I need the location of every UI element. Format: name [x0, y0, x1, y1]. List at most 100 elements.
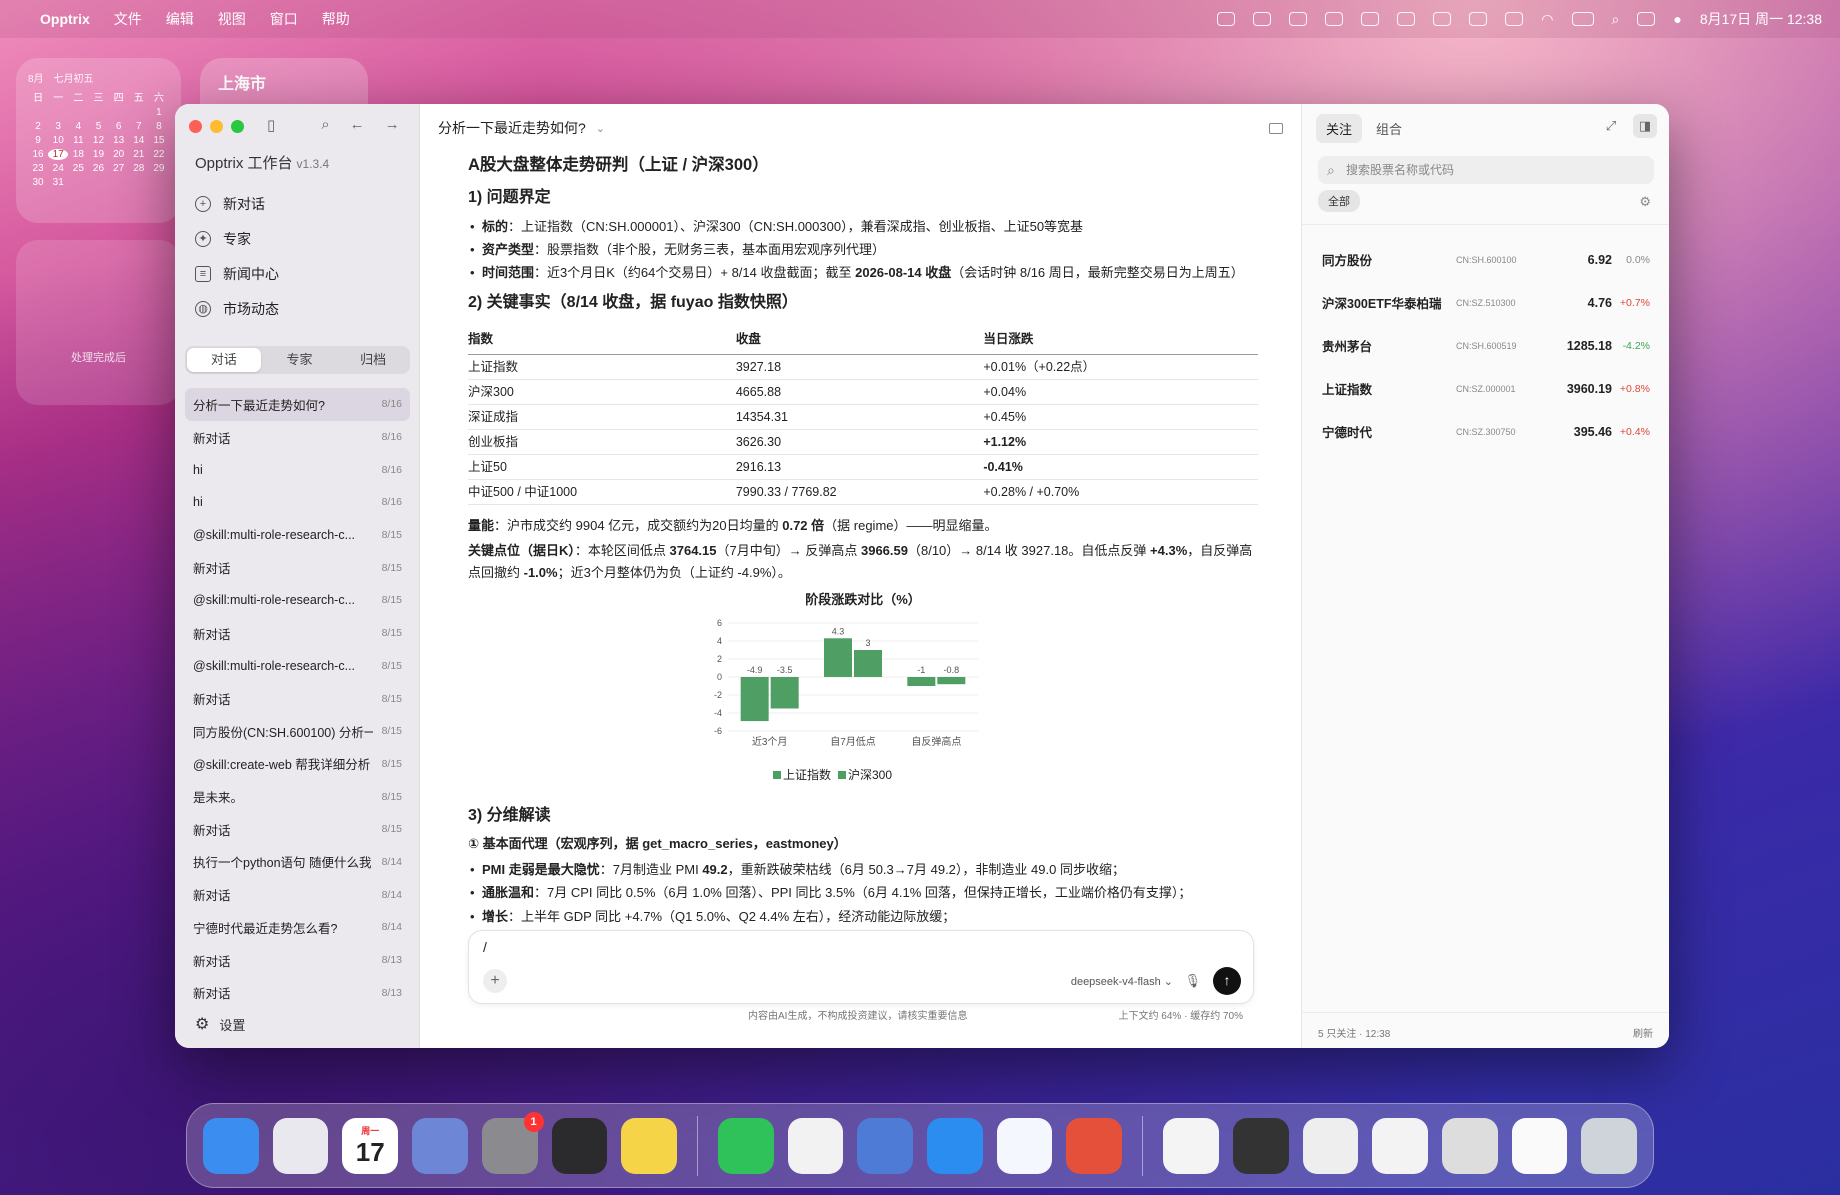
- control-center-icon[interactable]: [1637, 12, 1656, 26]
- menu-app-name[interactable]: Opptrix: [40, 11, 90, 27]
- conversation-item[interactable]: 分析一下最近走势如何? 8/16: [185, 388, 410, 421]
- send-button[interactable]: ↑: [1213, 967, 1241, 995]
- conversation-item[interactable]: 新对话 8/15: [185, 617, 410, 650]
- filter-all-chip[interactable]: 全部: [1318, 190, 1360, 212]
- status-stocks-icon[interactable]: [1217, 12, 1236, 26]
- conversation-item[interactable]: 同方股份(CN:SH.600100) 分析一 8/15: [185, 715, 410, 748]
- window-thumb-5-icon[interactable]: [1511, 1117, 1568, 1174]
- stock-row[interactable]: 贵州茅台 CN:SH.600519 1285.18 -4.2%: [1322, 324, 1650, 367]
- minimize-button[interactable]: [210, 120, 223, 133]
- attach-plus-icon[interactable]: +: [483, 969, 507, 993]
- window-thumb-1-icon[interactable]: [1232, 1117, 1289, 1174]
- menu-file[interactable]: 文件: [114, 9, 142, 29]
- opptrix-app-icon[interactable]: [857, 1117, 914, 1174]
- folder-icon[interactable]: [1269, 122, 1283, 134]
- status-share-icon[interactable]: [1289, 12, 1308, 26]
- chevron-down-icon[interactable]: ⌄: [596, 122, 605, 135]
- model-selector[interactable]: deepseek-v4-flash ⌄: [1071, 975, 1173, 988]
- calendar-icon[interactable]: 周一 17: [342, 1117, 399, 1174]
- calendar-widget[interactable]: 8月 七月初五 日一二三四五六 1 2 3 4 5 6 7 8 9 10 11 12 13 14 15 16 17 1…: [16, 58, 181, 223]
- sidebar-toggle-icon[interactable]: ▯: [267, 116, 275, 134]
- conversation-item[interactable]: 新对话 8/13: [185, 976, 410, 1009]
- close-button[interactable]: [189, 120, 202, 133]
- conversation-item[interactable]: hi 8/16: [185, 486, 410, 519]
- files-icon[interactable]: [412, 1117, 468, 1174]
- status-cat-icon[interactable]: [1469, 12, 1488, 26]
- window-thumb-4-icon[interactable]: [1441, 1117, 1498, 1174]
- zoom-button[interactable]: [231, 120, 244, 133]
- battery-icon[interactable]: [1571, 12, 1594, 26]
- conversation-item[interactable]: hi 8/16: [185, 453, 410, 486]
- conversation-item[interactable]: @skill:multi-role-research-c... 8/15: [185, 650, 410, 683]
- launchpad-icon[interactable]: [272, 1117, 329, 1174]
- forward-arrow-icon[interactable]: →: [385, 116, 400, 134]
- safari-icon[interactable]: [927, 1117, 983, 1174]
- settings-button[interactable]: ⚙ 设置: [195, 1014, 245, 1034]
- status-input-icon[interactable]: [1505, 12, 1524, 26]
- menu-edit[interactable]: 编辑: [166, 9, 194, 29]
- status-grid-icon[interactable]: [1397, 12, 1416, 26]
- menu-help[interactable]: 帮助: [322, 9, 350, 29]
- status-cloud-icon[interactable]: [1253, 12, 1272, 26]
- trash-icon[interactable]: [1581, 1117, 1638, 1174]
- menu-datetime[interactable]: 8月17日 周一 12:38: [1700, 9, 1822, 29]
- spotlight-icon[interactable]: ⌕: [1612, 11, 1620, 28]
- status-wechat-icon[interactable]: [1325, 12, 1344, 26]
- nav-news[interactable]: ≡ 新闻中心: [195, 256, 279, 291]
- menu-view[interactable]: 视图: [218, 9, 246, 29]
- window-thumb-2-icon[interactable]: [1302, 1117, 1359, 1174]
- chat-input[interactable]: /: [483, 939, 487, 955]
- microphone-icon[interactable]: 🎙: [1184, 973, 1201, 989]
- conversation-item[interactable]: 新对话 8/15: [185, 813, 410, 846]
- back-arrow-icon[interactable]: ←: [350, 116, 365, 134]
- search-icon[interactable]: ⌕: [321, 116, 329, 134]
- document-icon[interactable]: [1163, 1117, 1219, 1174]
- notes-icon[interactable]: [621, 1117, 677, 1174]
- conversation-item[interactable]: @skill:multi-role-research-c... 8/15: [185, 519, 410, 552]
- conversation-item[interactable]: 新对话 8/13: [185, 944, 410, 977]
- wifi-icon[interactable]: ◠: [1541, 11, 1553, 28]
- watchlist-settings-icon[interactable]: ⚙: [1639, 194, 1651, 210]
- expand-icon[interactable]: ⤢: [1599, 114, 1623, 138]
- conversation-item[interactable]: @skill:create-web 帮我详细分析 8/15: [185, 748, 410, 781]
- nav-market[interactable]: ◍ 市场动态: [195, 291, 279, 326]
- chrome-icon[interactable]: [787, 1117, 844, 1174]
- tab-watchlist[interactable]: 关注: [1316, 114, 1363, 143]
- window-thumb-3-icon[interactable]: [1372, 1117, 1428, 1174]
- conversation-item[interactable]: 执行一个python语句 随便什么我 8/14: [185, 846, 410, 879]
- conversation-item[interactable]: 新对话 8/15: [185, 551, 410, 584]
- stock-search-input[interactable]: 搜索股票名称或代码: [1318, 156, 1654, 184]
- stocks-app-icon[interactable]: [1066, 1117, 1123, 1174]
- conversation-item[interactable]: 新对话 8/14: [185, 878, 410, 911]
- siri-icon[interactable]: ●: [1673, 11, 1681, 27]
- menu-window[interactable]: 窗口: [270, 9, 298, 29]
- stock-row[interactable]: 上证指数 CN:SZ.000001 3960.19 +0.8%: [1322, 367, 1650, 410]
- cloud-icon[interactable]: [996, 1117, 1053, 1174]
- conversation-item[interactable]: 新对话 8/16: [185, 421, 410, 454]
- status-timer-icon[interactable]: [1361, 12, 1380, 26]
- tab-archive[interactable]: 归档: [336, 346, 410, 374]
- refresh-button[interactable]: 刷新: [1633, 1025, 1653, 1040]
- conversation-item[interactable]: 是未来。 8/15: [185, 780, 410, 813]
- stock-row[interactable]: 宁德时代 CN:SZ.300750 395.46 +0.4%: [1322, 410, 1650, 453]
- conversation-item[interactable]: 宁德时代最近走势怎么看? 8/14: [185, 911, 410, 944]
- chat-input-box[interactable]: / + deepseek-v4-flash ⌄ 🎙 ↑: [468, 930, 1254, 1004]
- wechat-icon[interactable]: [717, 1117, 774, 1174]
- tab-chats[interactable]: 对话: [187, 348, 261, 372]
- tab-experts[interactable]: 专家: [263, 346, 337, 374]
- chat-title[interactable]: 分析一下最近走势如何?: [438, 118, 586, 138]
- conversation-item[interactable]: @skill:multi-role-research-c... 8/15: [185, 584, 410, 617]
- status-widget[interactable]: 处理完成后: [16, 240, 181, 405]
- conversation-item[interactable]: 新对话 8/15: [185, 682, 410, 715]
- nav-experts[interactable]: ✦ 专家: [195, 221, 279, 256]
- terminal-icon[interactable]: [551, 1117, 608, 1174]
- system-settings-icon[interactable]: 1: [481, 1111, 544, 1174]
- tab-portfolio[interactable]: 组合: [1366, 114, 1412, 143]
- status-bars-icon[interactable]: [1433, 12, 1452, 26]
- panel-toggle-icon[interactable]: ◨: [1633, 114, 1657, 138]
- finder-icon[interactable]: [203, 1117, 259, 1174]
- stock-row[interactable]: 同方股份 CN:SH.600100 6.92 0.0%: [1322, 238, 1650, 281]
- nav-new-chat[interactable]: + 新对话: [195, 186, 279, 221]
- stock-row[interactable]: 沪深300ETF华泰柏瑞 CN:SZ.510300 4.76 +0.7%: [1322, 281, 1650, 324]
- data-label: -0.8: [944, 665, 960, 675]
